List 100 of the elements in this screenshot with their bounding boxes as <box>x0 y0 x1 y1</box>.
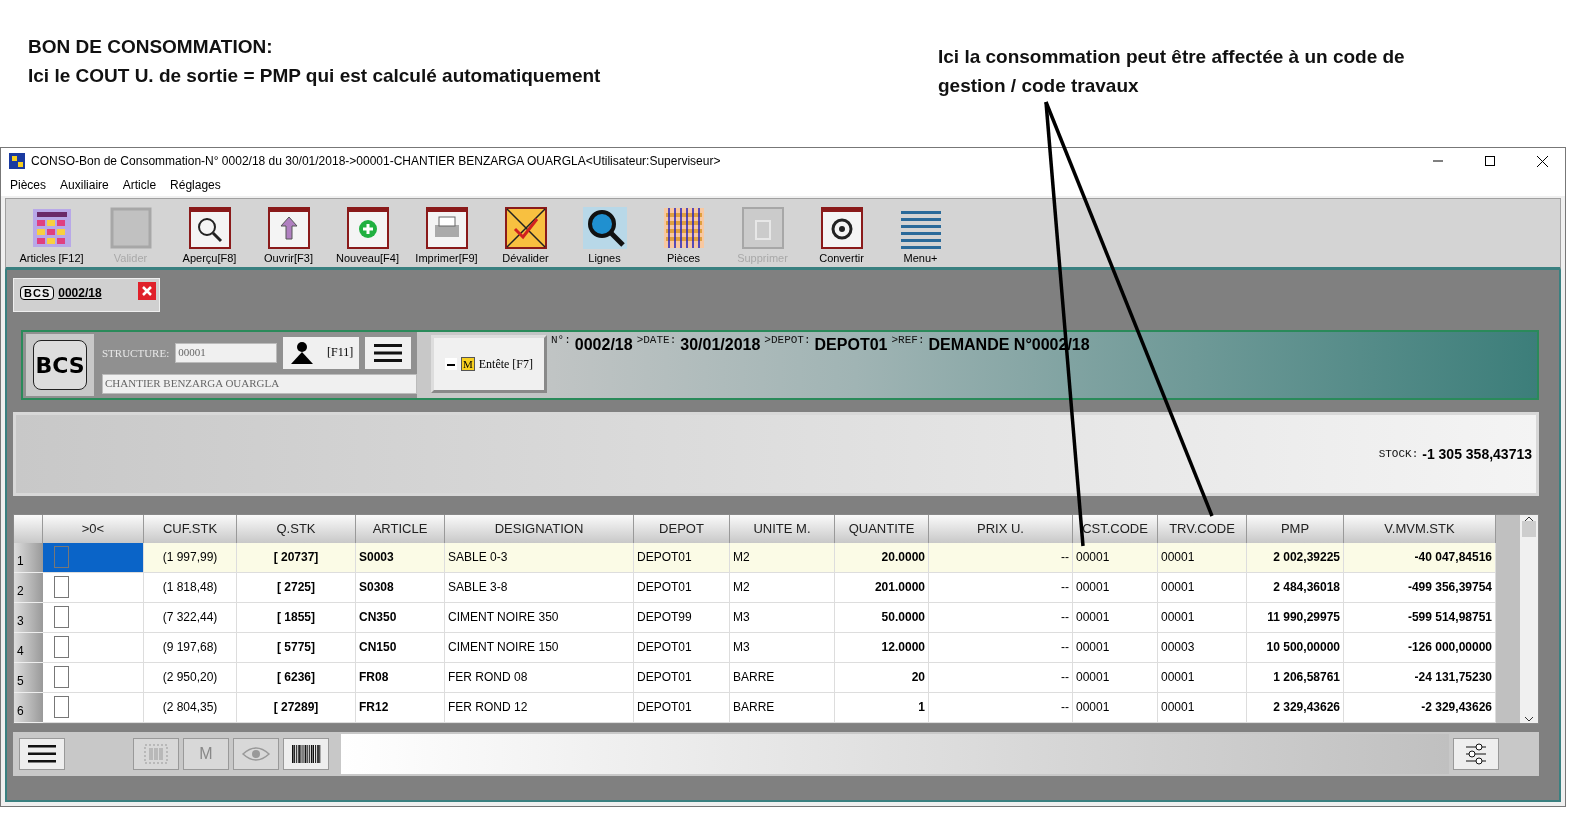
structure-name-field[interactable]: CHANTIER BENZARGA OUARGLA <box>102 373 417 394</box>
row-number: 4 <box>14 632 43 663</box>
table-cell: 2 329,43626 <box>1247 692 1344 723</box>
toolbar-button[interactable]: Articles [F12] <box>12 207 91 264</box>
toolbar-button[interactable]: Dévalider <box>486 207 565 264</box>
row-number: 6 <box>14 692 43 723</box>
grid-icon <box>30 207 73 249</box>
table-cell: 1 206,58761 <box>1247 662 1344 693</box>
toolbar-button[interactable]: Menu+ <box>881 207 960 264</box>
table-cell: DEPOT01 <box>634 662 730 693</box>
column-header[interactable]: DESIGNATION <box>445 515 634 543</box>
table-cell: (1 818,48) <box>144 572 237 603</box>
table-cell: (2 950,20) <box>144 662 237 693</box>
header-toggle-button[interactable]: M Entête [F7] <box>431 335 547 393</box>
ledger-grid-icon <box>662 207 705 249</box>
checkbox[interactable] <box>54 576 69 599</box>
table-cell: 1 <box>835 692 929 723</box>
table-cell: SABLE 0-3 <box>445 542 634 573</box>
input-field[interactable] <box>341 734 1449 774</box>
structure-field[interactable]: 00001 <box>175 342 278 363</box>
search-icon <box>582 207 627 249</box>
toolbar-button[interactable]: Convertir <box>802 207 881 264</box>
table-cell: 00001 <box>1073 692 1158 723</box>
checkbox[interactable] <box>54 606 69 629</box>
column-header[interactable]: UNITE M. <box>730 515 835 543</box>
menu-button[interactable] <box>365 336 412 369</box>
close-icon <box>1536 155 1548 167</box>
structure-label: STRUCTURE: <box>102 346 170 359</box>
menu-icon <box>28 744 56 764</box>
column-header[interactable]: >0< <box>43 515 144 543</box>
table-cell: FER ROND 12 <box>445 692 634 723</box>
sliders-icon <box>1464 742 1488 766</box>
stock-label: STOCK: <box>1378 448 1419 460</box>
m-letter: M <box>199 745 213 763</box>
column-header[interactable]: ARTICLE <box>356 515 445 543</box>
row-number: 3 <box>14 602 43 633</box>
column-header[interactable]: PRIX U. <box>929 515 1073 543</box>
row-number: 1 <box>14 542 43 573</box>
toolbar-button[interactable]: Lignes <box>565 207 644 264</box>
filter-settings-button[interactable] <box>1453 738 1499 770</box>
table-cell: DEPOT01 <box>634 692 730 723</box>
doc-type-badge: BCS <box>20 286 55 300</box>
down-caret-icon <box>1524 715 1534 723</box>
table-cell: [ 2725] <box>237 572 356 603</box>
table-cell: -599 514,98751 <box>1344 602 1496 633</box>
checkbox[interactable] <box>54 546 69 569</box>
checkbox[interactable] <box>54 666 69 689</box>
table-cell: -126 000,00000 <box>1344 632 1496 663</box>
column-header[interactable]: TRV.CODE <box>1158 515 1247 543</box>
scroll-bar[interactable] <box>1520 515 1538 723</box>
column-header[interactable]: V.MVM.STK <box>1344 515 1496 543</box>
table-cell: 10 500,00000 <box>1247 632 1344 663</box>
document-tab[interactable]: BCS 0002/18 <box>13 278 160 312</box>
user-button[interactable]: [F11] <box>283 336 360 369</box>
table-cell: (2 804,35) <box>144 692 237 723</box>
minus-icon <box>444 358 457 370</box>
table-cell: -- <box>929 602 1073 633</box>
annotation-text: Ici le COUT U. de sortie = PMP qui est calculé automatiquement <box>28 64 602 88</box>
column-header[interactable]: PMP <box>1247 515 1344 543</box>
table-cell: 2 002,39225 <box>1247 542 1344 573</box>
table-cell: BARRE <box>730 692 835 723</box>
toolbar-button[interactable]: Pièces <box>644 207 723 264</box>
maximize-icon <box>1485 156 1495 166</box>
column-header[interactable]: CUF.STK <box>144 515 237 543</box>
column-header[interactable]: CST.CODE <box>1073 515 1158 543</box>
table-cell: -- <box>929 572 1073 603</box>
table-cell: CN350 <box>356 602 445 633</box>
menu-item[interactable]: Article <box>115 178 164 192</box>
table-cell: -24 131,75230 <box>1344 662 1496 693</box>
bottom-tool-button[interactable] <box>283 738 329 770</box>
column-header[interactable]: Q.STK <box>237 515 356 543</box>
summary-label: N°: <box>551 334 571 346</box>
toolbar-button[interactable]: Nouveau[F4] <box>328 207 407 264</box>
toolbar-button[interactable]: Imprimer[F9] <box>407 207 486 264</box>
toolbar-button[interactable]: Aperçu[F8] <box>170 207 249 264</box>
menu-item[interactable]: Pièces <box>3 178 54 192</box>
table-cell: FER ROND 08 <box>445 662 634 693</box>
table-cell: 00001 <box>1073 572 1158 603</box>
menu-item[interactable]: Réglages <box>163 178 228 192</box>
table-cell: [ 20737] <box>237 542 356 573</box>
menu-item[interactable]: Auxiliaire <box>53 178 116 192</box>
scroll-thumb[interactable] <box>1522 521 1536 537</box>
menu-button[interactable] <box>19 738 65 770</box>
table-cell: 20.0000 <box>835 542 929 573</box>
table-cell: -- <box>929 542 1073 573</box>
close-icon[interactable] <box>138 282 156 300</box>
summary-value: DEPOT01 <box>814 336 888 354</box>
summary-label: >DEPOT: <box>764 334 811 346</box>
checkbox[interactable] <box>54 696 69 719</box>
column-header[interactable]: DEPOT <box>634 515 730 543</box>
table-cell: -- <box>929 692 1073 723</box>
barcode-icon <box>290 743 322 765</box>
table-cell: 00001 <box>1158 572 1247 603</box>
summary-label: >REF: <box>891 334 925 346</box>
column-header[interactable]: QUANTITE <box>835 515 929 543</box>
checkbox[interactable] <box>54 636 69 659</box>
table-cell: SABLE 3-8 <box>445 572 634 603</box>
toolbar-button[interactable]: Ouvrir[F3] <box>249 207 328 264</box>
app-logo-icon <box>9 153 25 169</box>
corner-header <box>14 515 43 543</box>
